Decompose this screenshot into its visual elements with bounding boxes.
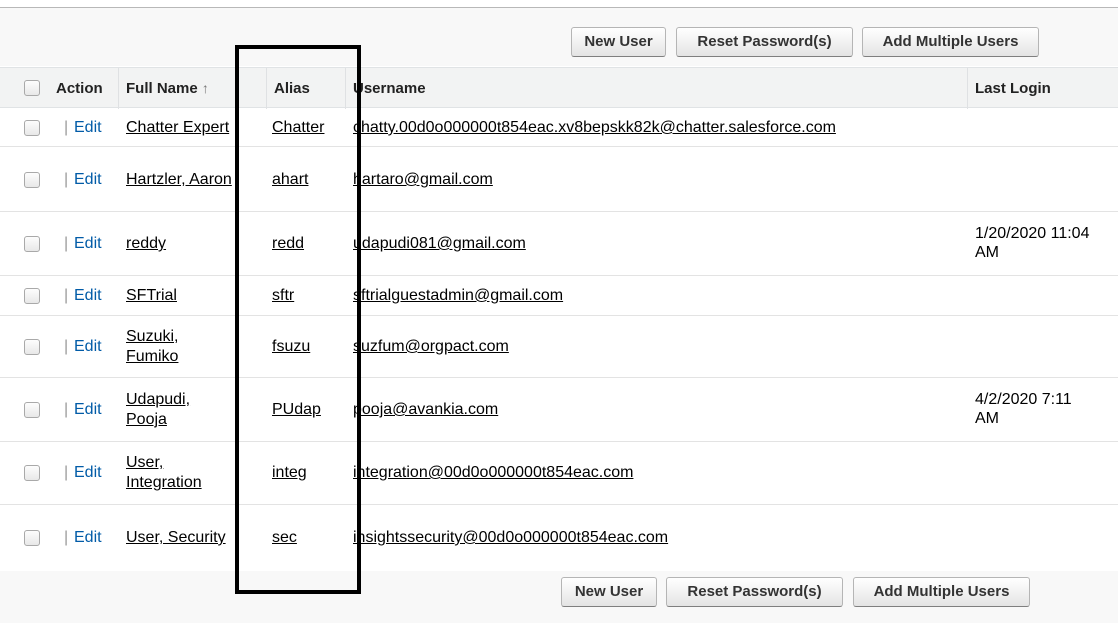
alias-link[interactable]: sftr: [272, 286, 294, 305]
table-row: | Edit Hartzler, Aaron ahart hartaro@gma…: [0, 147, 1118, 212]
new-user-button[interactable]: New User: [571, 27, 666, 57]
column-divider: [345, 68, 346, 109]
table-header-row: Action Full Name ↑ Alias Username Last L…: [0, 67, 1118, 109]
edit-link[interactable]: Edit: [74, 286, 102, 305]
add-multiple-users-button[interactable]: Add Multiple Users: [853, 577, 1030, 607]
column-header-last-login[interactable]: Last Login: [975, 68, 1051, 109]
column-header-username[interactable]: Username: [353, 68, 426, 109]
reset-password-button[interactable]: Reset Password(s): [676, 27, 853, 57]
username-link[interactable]: insightssecurity@00d0o000000t854eac.com: [353, 528, 668, 547]
bottom-button-bar: New User Reset Password(s) Add Multiple …: [0, 571, 1118, 623]
username-link[interactable]: hartaro@gmail.com: [353, 170, 493, 189]
full-name-link[interactable]: User,: [126, 453, 163, 472]
column-header-action: Action: [56, 80, 103, 97]
row-select-checkbox: [24, 236, 40, 252]
alias-link[interactable]: redd: [272, 234, 304, 253]
edit-link[interactable]: Edit: [74, 463, 102, 482]
username-link[interactable]: suzfum@orgpact.com: [353, 337, 509, 356]
alias-link[interactable]: fsuzu: [272, 337, 310, 356]
action-separator: |: [64, 529, 69, 546]
username-link[interactable]: pooja@avankia.com: [353, 400, 498, 419]
action-separator: |: [64, 338, 69, 355]
table-row: | Edit SFTrial sftr sftrialguestadmin@gm…: [0, 276, 1118, 316]
row-select-checkbox: [24, 402, 40, 418]
username-link[interactable]: udapudi081@gmail.com: [353, 234, 526, 253]
username-link[interactable]: chatty.00d0o000000t854eac.xv8bepskk82k@c…: [353, 118, 836, 137]
row-select-checkbox: [24, 339, 40, 355]
username-link[interactable]: sftrialguestadmin@gmail.com: [353, 286, 563, 305]
action-separator: |: [64, 401, 69, 418]
table-row: | Edit reddy redd udapudi081@gmail.com 1…: [0, 212, 1118, 276]
column-divider: [967, 68, 968, 109]
column-divider: [118, 68, 119, 109]
alias-link[interactable]: integ: [272, 463, 307, 482]
alias-link[interactable]: PUdap: [272, 400, 321, 419]
table-row: | Edit User, Security sec insightssecuri…: [0, 505, 1118, 571]
action-separator: |: [64, 464, 69, 481]
alias-link[interactable]: ahart: [272, 170, 308, 189]
full-name-link[interactable]: reddy: [126, 234, 166, 253]
alias-link[interactable]: sec: [272, 528, 297, 547]
row-select-checkbox: [24, 172, 40, 188]
sort-ascending-icon: ↑: [201, 80, 209, 96]
action-separator: |: [64, 171, 69, 188]
top-button-bar: New User Reset Password(s) Add Multiple …: [0, 8, 1118, 66]
full-name-link[interactable]: SFTrial: [126, 286, 177, 305]
action-separator: |: [64, 235, 69, 252]
alias-link[interactable]: Chatter: [272, 118, 324, 137]
row-select-checkbox: [24, 288, 40, 304]
edit-link[interactable]: Edit: [74, 337, 102, 356]
table-row: | Edit Suzuki, Fumiko fsuzu suzfum@orgpa…: [0, 316, 1118, 378]
add-multiple-users-button[interactable]: Add Multiple Users: [862, 27, 1039, 57]
edit-link[interactable]: Edit: [74, 170, 102, 189]
full-name-link[interactable]: Hartzler, Aaron: [126, 170, 232, 189]
last-login-time: AM: [975, 244, 999, 261]
full-name-link[interactable]: Suzuki,: [126, 327, 178, 346]
edit-link[interactable]: Edit: [74, 400, 102, 419]
full-name-link[interactable]: Udapudi,: [126, 390, 190, 409]
reset-password-button[interactable]: Reset Password(s): [666, 577, 843, 607]
full-name-link-line2[interactable]: Integration: [126, 473, 202, 492]
full-name-link[interactable]: User, Security: [126, 528, 226, 547]
full-name-link[interactable]: Chatter Expert: [126, 118, 229, 137]
table-row: | Edit Udapudi, Pooja PUdap pooja@avanki…: [0, 378, 1118, 442]
row-select-checkbox: [24, 465, 40, 481]
column-header-full-name[interactable]: Full Name ↑: [126, 68, 209, 109]
new-user-button[interactable]: New User: [561, 577, 657, 607]
column-header-full-name-label: Full Name: [126, 80, 198, 97]
row-select-checkbox: [24, 120, 40, 136]
last-login-date: 1/20/2020 11:04: [975, 225, 1090, 242]
full-name-link-line2[interactable]: Fumiko: [126, 347, 178, 366]
action-separator: |: [64, 119, 69, 136]
column-header-alias[interactable]: Alias: [274, 68, 310, 109]
last-login-date: 4/2/2020 7:11: [975, 391, 1072, 408]
full-name-link-line2[interactable]: Pooja: [126, 410, 167, 429]
last-login-time: AM: [975, 410, 999, 427]
row-select-checkbox: [24, 530, 40, 546]
select-all-checkbox[interactable]: [24, 80, 40, 96]
table-row: | Edit Chatter Expert Chatter chatty.00d…: [0, 108, 1118, 147]
action-separator: |: [64, 287, 69, 304]
username-link[interactable]: integration@00d0o000000t854eac.com: [353, 463, 633, 482]
column-divider: [266, 68, 267, 109]
edit-link[interactable]: Edit: [74, 528, 102, 547]
users-list-panel: New User Reset Password(s) Add Multiple …: [0, 0, 1118, 623]
table-row: | Edit User, Integration integ integrati…: [0, 442, 1118, 505]
edit-link[interactable]: Edit: [74, 118, 102, 137]
edit-link[interactable]: Edit: [74, 234, 102, 253]
